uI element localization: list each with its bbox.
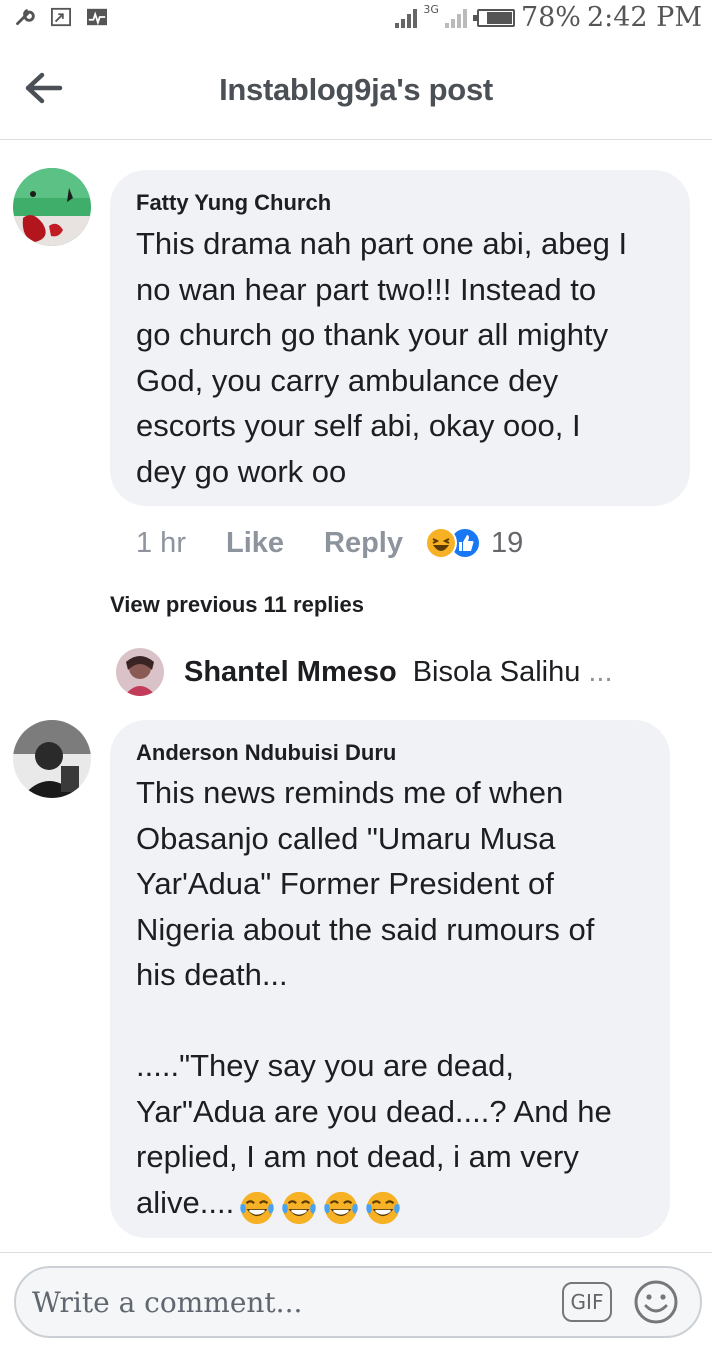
battery-level <box>487 11 512 24</box>
comment-bubble: Fatty Yung Church This drama nah part on… <box>110 170 690 506</box>
signal-2-icon <box>444 8 467 28</box>
avatar-image <box>13 720 91 798</box>
reply-author: Shantel Mmeso <box>184 655 397 688</box>
tears-of-joy-emoji <box>324 1192 358 1225</box>
status-bar: 3G 78% 2:42 PM <box>0 0 712 38</box>
comment-text: This drama nah part one abi, abeg I no w… <box>136 226 628 489</box>
battery-icon <box>472 8 515 27</box>
wrench-icon <box>16 8 35 26</box>
reaction-count: 19 <box>491 526 524 559</box>
reply-button[interactable]: Reply <box>324 527 403 560</box>
network-type: 3G <box>423 3 439 16</box>
avatar[interactable] <box>13 720 91 798</box>
comment-author[interactable]: Anderson Ndubuisi Duru <box>136 740 396 766</box>
comment-body: This news reminds me of when Obasanjo ca… <box>136 770 666 1227</box>
reply-snippet: Bisola Salihu <box>412 655 581 688</box>
signal-icon <box>395 8 418 28</box>
reply-preview[interactable]: Shantel Mmeso Bisola Salihu ... <box>116 646 613 698</box>
comment-author[interactable]: Fatty Yung Church <box>136 190 331 216</box>
comment-composer: Write a comment... GIF <box>0 1252 712 1348</box>
reply-ellipsis: ... <box>588 655 613 688</box>
avatar-image <box>13 168 91 246</box>
comment-text: This news reminds me of when Obasanjo ca… <box>136 775 612 1220</box>
avatar[interactable] <box>13 168 91 246</box>
clock: 2:42 PM <box>586 2 702 33</box>
comment-time[interactable]: 1 hr <box>136 527 186 560</box>
smiley-icon[interactable] <box>632 1278 680 1326</box>
gif-button[interactable]: GIF <box>562 1282 612 1322</box>
page-title: Instablog9ja's post <box>219 72 493 107</box>
pulse-icon <box>87 8 107 26</box>
like-button[interactable]: Like <box>226 527 284 560</box>
reactions-summary[interactable]: 19 <box>425 527 523 560</box>
emoji-row <box>234 1192 402 1225</box>
tears-of-joy-emoji <box>282 1192 316 1225</box>
tears-of-joy-emoji <box>240 1192 274 1225</box>
battery-percent: 78% <box>520 2 581 33</box>
top-bar: Instablog9ja's post <box>0 38 712 140</box>
comment-placeholder[interactable]: Write a comment... <box>32 1286 302 1319</box>
reply-avatar <box>116 648 164 696</box>
tears-of-joy-emoji <box>366 1192 400 1225</box>
comment-bubble: Anderson Ndubuisi Duru This news reminds… <box>110 720 670 1238</box>
comment-input[interactable]: Write a comment... GIF <box>14 1266 702 1338</box>
view-previous-replies-link[interactable]: View previous 11 replies <box>110 592 364 618</box>
cast-icon <box>51 7 71 27</box>
haha-reaction-icon <box>425 527 457 559</box>
comment-actions: 1 hr Like Reply 19 <box>136 520 523 566</box>
